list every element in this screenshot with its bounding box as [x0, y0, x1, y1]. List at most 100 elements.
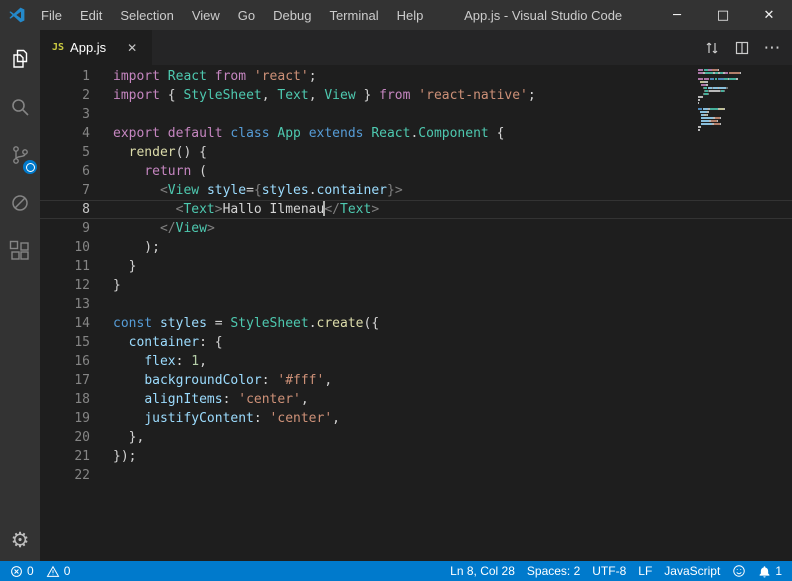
code-line-5[interactable]: 5 render() {: [40, 143, 792, 162]
line-number[interactable]: 8: [40, 200, 90, 219]
code-line-20[interactable]: 20 },: [40, 428, 792, 447]
close-tab-icon[interactable]: ✕: [122, 38, 142, 58]
line-text: export default class App extends React.C…: [90, 124, 504, 143]
code-line-12[interactable]: 12}: [40, 276, 792, 295]
language-mode[interactable]: JavaScript: [658, 561, 726, 581]
code-line-22[interactable]: 22: [40, 466, 792, 485]
status-bar: 0 0 Ln 8, Col 28 Spaces: 2 UTF-8 LF Java…: [0, 561, 792, 581]
line-text: alignItems: 'center',: [90, 390, 309, 409]
activity-bar: ⚙: [0, 30, 40, 561]
editor[interactable]: 1import React from 'react';2import { Sty…: [40, 65, 792, 561]
line-number[interactable]: 11: [40, 257, 90, 276]
encoding[interactable]: UTF-8: [586, 561, 632, 581]
line-number[interactable]: 14: [40, 314, 90, 333]
code-line-9[interactable]: 9 </View>: [40, 219, 792, 238]
line-number[interactable]: 7: [40, 181, 90, 200]
code-line-11[interactable]: 11 }: [40, 257, 792, 276]
code-line-7[interactable]: 7 <View style={styles.container}>: [40, 181, 792, 200]
code-line-15[interactable]: 15 container: {: [40, 333, 792, 352]
files-icon: [8, 47, 32, 71]
title-bar: FileEditSelectionViewGoDebugTerminalHelp…: [0, 0, 792, 30]
warning-count[interactable]: 0: [40, 561, 77, 581]
minimap-line: [698, 75, 748, 77]
activity-explorer[interactable]: [0, 35, 40, 83]
line-number[interactable]: 9: [40, 219, 90, 238]
menu-go[interactable]: Go: [229, 0, 264, 30]
line-text: import React from 'react';: [90, 67, 317, 86]
line-number[interactable]: 15: [40, 333, 90, 352]
minimap-line: [698, 117, 748, 119]
code-line-10[interactable]: 10 );: [40, 238, 792, 257]
maximize-button[interactable]: □: [700, 0, 746, 30]
line-text: },: [90, 428, 144, 447]
line-text: [90, 295, 113, 314]
line-number[interactable]: 19: [40, 409, 90, 428]
code-line-3[interactable]: 3: [40, 105, 792, 124]
line-number[interactable]: 12: [40, 276, 90, 295]
error-count[interactable]: 0: [4, 561, 40, 581]
notifications[interactable]: 1: [752, 561, 788, 581]
code-line-17[interactable]: 17 backgroundColor: '#fff',: [40, 371, 792, 390]
code-line-1[interactable]: 1import React from 'react';: [40, 67, 792, 86]
line-number[interactable]: 6: [40, 162, 90, 181]
code-line-16[interactable]: 16 flex: 1,: [40, 352, 792, 371]
line-number[interactable]: 13: [40, 295, 90, 314]
line-number[interactable]: 10: [40, 238, 90, 257]
line-number[interactable]: 16: [40, 352, 90, 371]
code-area[interactable]: 1import React from 'react';2import { Sty…: [40, 65, 792, 561]
minimize-button[interactable]: ─: [654, 0, 700, 30]
scm-sync-badge: [23, 160, 37, 174]
open-changes-icon[interactable]: [700, 36, 724, 60]
close-button[interactable]: ✕: [746, 0, 792, 30]
line-number[interactable]: 4: [40, 124, 90, 143]
code-line-6[interactable]: 6 return (: [40, 162, 792, 181]
editor-actions: ⋯: [700, 30, 784, 65]
line-number[interactable]: 21: [40, 447, 90, 466]
menu-debug[interactable]: Debug: [264, 0, 320, 30]
tab-appjs[interactable]: JS App.js ✕: [40, 30, 152, 65]
code-line-18[interactable]: 18 alignItems: 'center',: [40, 390, 792, 409]
code-line-14[interactable]: 14const styles = StyleSheet.create({: [40, 314, 792, 333]
code-line-8[interactable]: 8 <Text>Hallo Ilmenau</Text>: [40, 200, 792, 219]
line-text: });: [90, 447, 136, 466]
activity-extensions[interactable]: [0, 227, 40, 275]
line-number[interactable]: 3: [40, 105, 90, 124]
line-number[interactable]: 1: [40, 67, 90, 86]
cursor-position[interactable]: Ln 8, Col 28: [444, 561, 521, 581]
menu-view[interactable]: View: [183, 0, 229, 30]
line-text: );: [90, 238, 160, 257]
activity-debug[interactable]: [0, 179, 40, 227]
code-line-2[interactable]: 2import { StyleSheet, Text, View } from …: [40, 86, 792, 105]
activity-settings[interactable]: ⚙: [0, 519, 40, 561]
menu-bar: FileEditSelectionViewGoDebugTerminalHelp: [32, 0, 432, 30]
line-number[interactable]: 20: [40, 428, 90, 447]
code-line-21[interactable]: 21});: [40, 447, 792, 466]
warning-count-value: 0: [64, 564, 71, 578]
code-line-13[interactable]: 13: [40, 295, 792, 314]
menu-help[interactable]: Help: [388, 0, 433, 30]
bell-icon: [758, 565, 771, 578]
activity-search[interactable]: [0, 83, 40, 131]
search-icon: [8, 95, 32, 119]
line-number[interactable]: 22: [40, 466, 90, 485]
line-number[interactable]: 17: [40, 371, 90, 390]
tab-label: App.js: [70, 40, 106, 55]
minimap[interactable]: [698, 69, 748, 135]
menu-selection[interactable]: Selection: [111, 0, 182, 30]
menu-edit[interactable]: Edit: [71, 0, 111, 30]
menu-terminal[interactable]: Terminal: [320, 0, 387, 30]
eol-sequence[interactable]: LF: [632, 561, 658, 581]
code-line-4[interactable]: 4export default class App extends React.…: [40, 124, 792, 143]
split-editor-icon[interactable]: [730, 36, 754, 60]
menu-file[interactable]: File: [32, 0, 71, 30]
activity-source-control[interactable]: [0, 131, 40, 179]
feedback[interactable]: [726, 561, 752, 581]
javascript-file-icon: JS: [52, 42, 64, 53]
line-number[interactable]: 18: [40, 390, 90, 409]
line-number[interactable]: 5: [40, 143, 90, 162]
line-text: render() {: [90, 143, 207, 162]
indentation[interactable]: Spaces: 2: [521, 561, 586, 581]
more-actions-icon[interactable]: ⋯: [760, 36, 784, 60]
line-number[interactable]: 2: [40, 86, 90, 105]
code-line-19[interactable]: 19 justifyContent: 'center',: [40, 409, 792, 428]
